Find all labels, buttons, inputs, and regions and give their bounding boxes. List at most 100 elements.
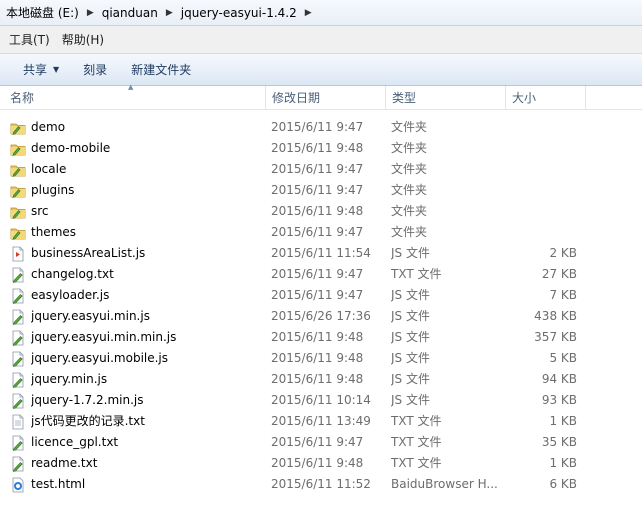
file-date: 2015/6/11 9:47 [271,162,364,176]
file-name: jquery.min.js [31,372,108,386]
file-row[interactable]: businessAreaList.js 2015/6/11 11:54 JS 文件 2… [0,243,642,264]
file-date: 2015/6/11 9:47 [271,225,364,239]
file-name: businessAreaList.js [31,246,146,260]
file-date: 2015/6/11 9:48 [271,351,364,365]
file-row[interactable]: demo-mobile 2015/6/11 9:48 文件夹 [0,138,642,159]
file-type: TXT 文件 [391,435,442,449]
file-row[interactable]: src 2015/6/11 9:48 文件夹 [0,201,642,222]
file-date: 2015/6/11 9:47 [271,288,364,302]
menu-tools[interactable]: 工具(T) [3,31,56,48]
file-type: JS 文件 [391,309,430,323]
column-size[interactable]: 大小 [506,86,586,110]
file-type: TXT 文件 [391,414,442,428]
folder-icon [10,117,26,138]
column-date[interactable]: 修改日期 [266,86,386,110]
menu-help[interactable]: 帮助(H) [56,31,110,48]
file-size: 438 KB [534,309,577,323]
file-type: TXT 文件 [391,456,442,470]
file-row[interactable]: test.html 2015/6/11 11:52 BaiduBrowser H..… [0,474,642,495]
dropdown-arrow-icon: ▼ [53,65,60,74]
file-row[interactable]: jquery.easyui.min.min.js 2015/6/11 9:48 JS… [0,327,642,348]
file-type: 文件夹 [391,120,428,134]
file-row[interactable]: js代码更改的记录.txt 2015/6/11 13:49 TXT 文件 1 KB [0,411,642,432]
file-row[interactable]: easyloader.js 2015/6/11 9:47 JS 文件 7 KB [0,285,642,306]
file-size [506,222,577,243]
file-name: licence_gpl.txt [31,435,119,449]
edited-file-icon [10,327,26,348]
file-name: jquery.easyui.min.min.js [31,330,177,344]
breadcrumb-drive[interactable]: 本地磁盘 (E:) [2,4,83,21]
file-type: 文件夹 [391,183,428,197]
file-row[interactable]: themes 2015/6/11 9:47 文件夹 [0,222,642,243]
address-bar[interactable]: 本地磁盘 (E:) ▶ qianduan ▶ jquery-easyui-1.4… [0,0,642,26]
file-name: jquery.easyui.min.js [31,309,150,323]
column-header: 名称 ▲ 修改日期 类型 大小 [0,83,642,110]
burn-button[interactable]: 刻录 [74,61,116,78]
file-date: 2015/6/11 9:47 [271,183,364,197]
file-row[interactable]: jquery.easyui.min.js 2015/6/26 17:36 JS 文件… [0,306,642,327]
edited-file-icon [10,453,26,474]
file-row[interactable]: jquery.easyui.mobile.js 2015/6/11 9:48 JS … [0,348,642,369]
file-row[interactable]: readme.txt 2015/6/11 9:48 TXT 文件 1 KB [0,453,642,474]
sort-caret-icon: ▲ [128,83,134,91]
edited-file-icon [10,264,26,285]
file-row[interactable]: jquery-1.7.2.min.js 2015/6/11 10:14 JS 文件 9… [0,390,642,411]
file-row[interactable]: licence_gpl.txt 2015/6/11 9:47 TXT 文件 35 KB [0,432,642,453]
file-row[interactable]: locale 2015/6/11 9:47 文件夹 [0,159,642,180]
file-type: JS 文件 [391,372,430,386]
file-type: 文件夹 [391,225,428,239]
share-button[interactable]: 共享 ▼ [14,61,68,78]
file-row[interactable]: demo 2015/6/11 9:47 文件夹 [0,117,642,138]
chevron-right-icon[interactable]: ▶ [301,8,316,18]
menu-bar: 工具(T) 帮助(H) [0,26,642,54]
file-row[interactable]: changelog.txt 2015/6/11 9:47 TXT 文件 27 KB [0,264,642,285]
folder-icon [10,159,26,180]
new-folder-button[interactable]: 新建文件夹 [122,61,200,78]
folder-icon [10,201,26,222]
file-date: 2015/6/11 9:48 [271,372,364,386]
file-name: demo [31,120,66,134]
column-type[interactable]: 类型 [386,86,506,110]
file-size [506,180,577,201]
explorer-window: 本地磁盘 (E:) ▶ qianduan ▶ jquery-easyui-1.4… [0,0,642,507]
file-name: locale [31,162,67,176]
file-date: 2015/6/11 9:47 [271,267,364,281]
folder-icon [10,222,26,243]
column-name[interactable]: 名称 [4,86,266,110]
file-size: 1 KB [549,414,577,428]
file-type: TXT 文件 [391,267,442,281]
chevron-right-icon[interactable]: ▶ [162,8,177,18]
file-size [506,138,577,159]
file-size [506,117,577,138]
file-date: 2015/6/11 13:49 [271,414,371,428]
edited-file-icon [10,432,26,453]
file-size: 357 KB [534,330,577,344]
file-date: 2015/6/11 11:54 [271,246,371,260]
html-file-icon [10,474,26,495]
file-date: 2015/6/26 17:36 [271,309,371,323]
chevron-right-icon[interactable]: ▶ [83,8,98,18]
file-size: 1 KB [549,456,577,470]
file-type: 文件夹 [391,162,428,176]
file-name: themes [31,225,77,239]
file-type: JS 文件 [391,393,430,407]
file-type: 文件夹 [391,204,428,218]
file-name: js代码更改的记录.txt [31,414,145,428]
file-type: JS 文件 [391,288,430,302]
file-date: 2015/6/11 10:14 [271,393,371,407]
file-type: JS 文件 [391,330,430,344]
edited-file-icon [10,390,26,411]
breadcrumb-qianduan[interactable]: qianduan [98,6,162,20]
file-size: 35 KB [541,435,577,449]
file-row[interactable]: jquery.min.js 2015/6/11 9:48 JS 文件 94 KB [0,369,642,390]
file-list: demo 2015/6/11 9:47 文件夹 demo-mobile 2015/6/1… [0,117,642,495]
file-date: 2015/6/11 11:52 [271,477,371,491]
file-size: 7 KB [549,288,577,302]
file-row[interactable]: plugins 2015/6/11 9:47 文件夹 [0,180,642,201]
breadcrumb-current-folder[interactable]: jquery-easyui-1.4.2 [177,6,301,20]
file-name: readme.txt [31,456,98,470]
file-name: jquery.easyui.mobile.js [31,351,169,365]
file-size: 27 KB [541,267,577,281]
folder-icon [10,180,26,201]
file-name: changelog.txt [31,267,114,281]
